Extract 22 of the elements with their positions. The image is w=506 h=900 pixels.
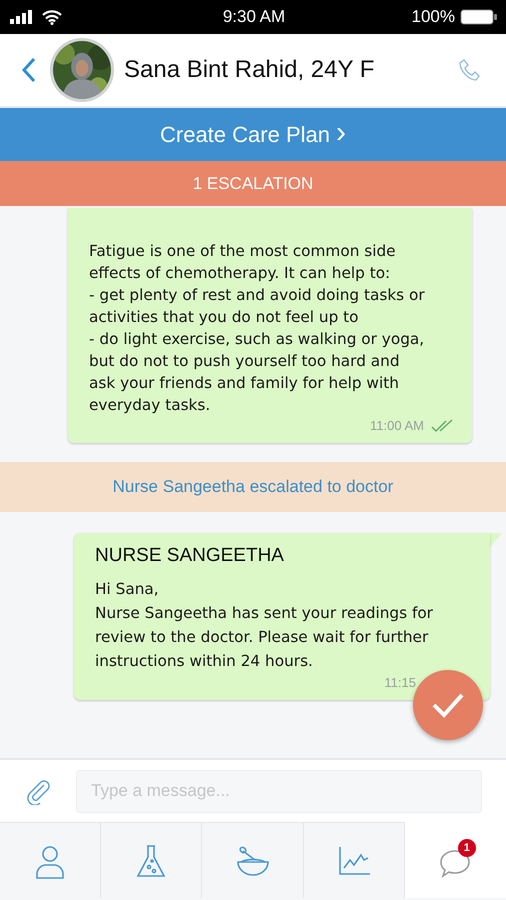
patient-name: Sana Bint Rahid, 24Y F (124, 56, 376, 84)
back-button[interactable] (22, 57, 36, 83)
tab[interactable] (101, 822, 202, 898)
message-text: Fatigue is one of the most common side effects of chemotherapy. It can help to: - get plenty of rest and avoid doing tasks or activities that you do not feel up to - do light exercise, such as walking or yoga, but do not to push yourself too hard and ask your friends and family for help with everyday tasks. (89, 241, 426, 416)
create-care-plan-button[interactable]: Create Care Plan › (0, 108, 506, 161)
unread-badge: 1 (458, 839, 476, 857)
battery-icon (460, 9, 498, 25)
message-time: 11:15 (384, 675, 416, 690)
battery-percent: 100% (412, 7, 455, 27)
escalation-notice: Nurse Sangeetha escalated to doctor (112, 477, 394, 497)
message-sender: NURSE SANGEETHA (95, 545, 284, 567)
tab[interactable] (202, 822, 304, 898)
phone-icon[interactable] (458, 58, 480, 82)
escalation-bar[interactable]: 1 ESCALATION (0, 161, 506, 206)
tab[interactable] (0, 822, 102, 898)
wifi-icon (42, 10, 62, 24)
message-time: 11:00 AM (370, 418, 424, 433)
back-icon (22, 57, 36, 83)
message-text: Hi Sana, Nurse Sangeetha has sent your readings for review to the doctor. Please wait for further instructions within 24 hours. (95, 579, 434, 672)
tab[interactable] (304, 822, 405, 898)
check-icon (431, 692, 465, 718)
status-time: 9:30 AM (222, 7, 286, 27)
